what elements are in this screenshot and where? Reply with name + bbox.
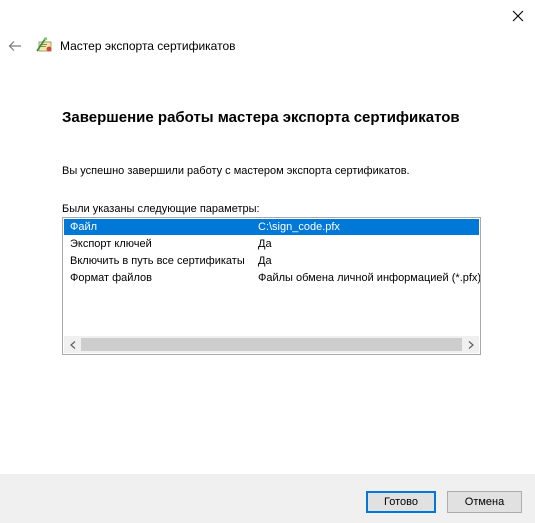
param-name: Включить в путь все сертификаты bbox=[70, 255, 245, 267]
certificate-wizard-icon bbox=[36, 37, 52, 52]
param-name: Формат файлов bbox=[70, 272, 152, 284]
chevron-left-icon bbox=[69, 340, 75, 349]
params-listbox[interactable]: Файл C:\sign_code.pfx Экспорт ключей Да … bbox=[62, 217, 481, 355]
param-name: Файл bbox=[70, 221, 98, 233]
success-message: Вы успешно завершили работу с мастером э… bbox=[62, 165, 410, 177]
scroll-right-button[interactable] bbox=[462, 336, 479, 353]
params-label: Были указаны следующие параметры: bbox=[62, 203, 260, 215]
finish-button[interactable]: Готово bbox=[366, 491, 436, 513]
horizontal-scrollbar[interactable] bbox=[64, 336, 479, 353]
scroll-thumb[interactable] bbox=[81, 338, 462, 351]
back-button[interactable] bbox=[4, 36, 26, 56]
scroll-track[interactable] bbox=[81, 336, 462, 353]
close-button[interactable] bbox=[502, 2, 534, 30]
list-item[interactable]: Формат файлов Файлы обмена личной информ… bbox=[64, 270, 481, 286]
param-value: Да bbox=[258, 238, 272, 250]
scroll-left-button[interactable] bbox=[64, 336, 81, 353]
close-icon bbox=[512, 10, 524, 22]
list-item[interactable]: Файл C:\sign_code.pfx bbox=[64, 219, 479, 235]
back-arrow-icon bbox=[8, 41, 21, 51]
list-item[interactable]: Включить в путь все сертификаты Да bbox=[64, 253, 479, 269]
list-item[interactable]: Экспорт ключей Да bbox=[64, 236, 479, 252]
param-value: C:\sign_code.pfx bbox=[258, 221, 340, 233]
wizard-title: Мастер экспорта сертификатов bbox=[60, 39, 236, 53]
param-value: Файлы обмена личной информацией (*.pfx) bbox=[258, 272, 481, 284]
param-value: Да bbox=[258, 255, 272, 267]
chevron-right-icon bbox=[468, 340, 474, 349]
page-heading: Завершение работы мастера экспорта серти… bbox=[62, 109, 460, 126]
cancel-button[interactable]: Отмена bbox=[447, 491, 522, 513]
param-name: Экспорт ключей bbox=[70, 238, 152, 250]
